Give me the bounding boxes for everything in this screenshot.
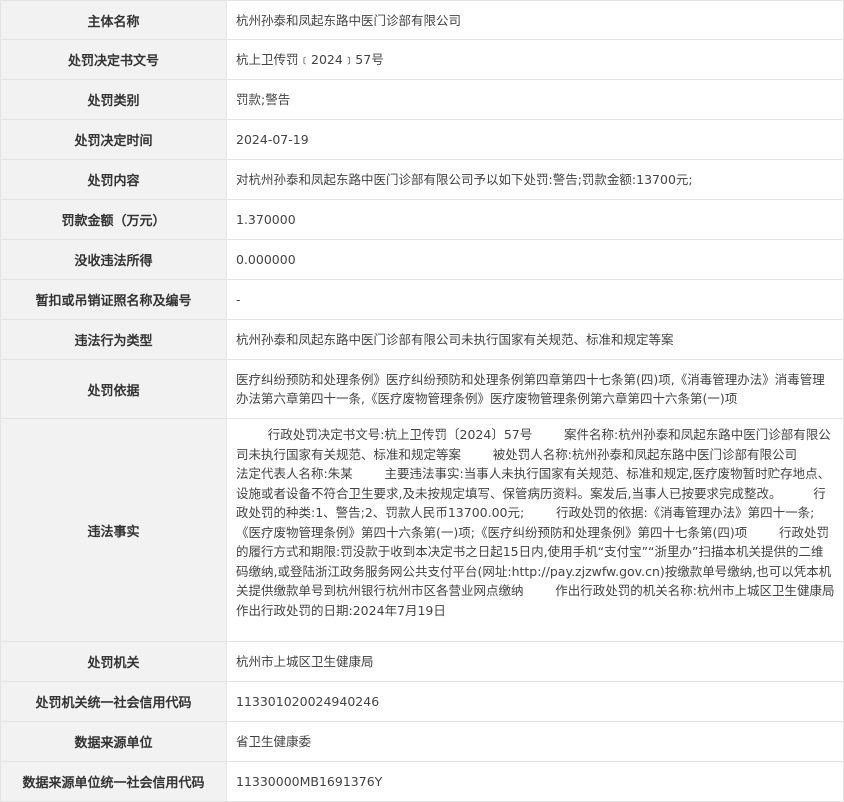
row-value: 0.000000 [226, 239, 844, 280]
row-value: - [226, 279, 844, 320]
row-label: 违法行为类型 [0, 319, 227, 360]
row-label: 处罚机关统一社会信用代码 [0, 681, 227, 722]
row-label: 主体名称 [0, 0, 227, 40]
row-label: 违法事实 [0, 418, 227, 642]
table-row: 处罚依据 医疗纠纷预防和处理条例》医疗纠纷预防和处理条例第四章第四十七条第(四)… [0, 359, 844, 419]
table-row: 违法行为类型 杭州孙泰和凤起东路中医门诊部有限公司未执行国家有关规范、标准和规定… [0, 319, 844, 360]
row-value: 1.370000 [226, 199, 844, 240]
row-value: 113301020024940246 [226, 681, 844, 722]
table-row: 处罚机关 杭州市上城区卫生健康局 [0, 641, 844, 682]
row-label: 处罚类别 [0, 79, 227, 120]
row-label: 罚款金额（万元） [0, 199, 227, 240]
table-row: 处罚类别 罚款;警告 [0, 79, 844, 120]
row-value: 杭上卫传罚﹝2024﹞57号 [226, 39, 844, 80]
row-label: 处罚内容 [0, 159, 227, 200]
table-row: 数据来源单位统一社会信用代码 11330000MB1691376Y [0, 761, 844, 802]
row-value: 杭州孙泰和凤起东路中医门诊部有限公司未执行国家有关规范、标准和规定等案 [226, 319, 844, 360]
row-value: 杭州孙泰和凤起东路中医门诊部有限公司 [226, 0, 844, 40]
row-label: 数据来源单位 [0, 721, 227, 762]
table-row: 处罚内容 对杭州孙泰和凤起东路中医门诊部有限公司予以如下处罚:警告;罚款金额:1… [0, 159, 844, 200]
table-row: 没收违法所得 0.000000 [0, 239, 844, 280]
row-value: 杭州市上城区卫生健康局 [226, 641, 844, 682]
table-row: 处罚机关统一社会信用代码 113301020024940246 [0, 681, 844, 722]
row-value: 罚款;警告 [226, 79, 844, 120]
row-label: 数据来源单位统一社会信用代码 [0, 761, 227, 802]
row-label: 暂扣或吊销证照名称及编号 [0, 279, 227, 320]
row-label: 处罚决定时间 [0, 119, 227, 160]
row-label: 处罚决定书文号 [0, 39, 227, 80]
table-row: 暂扣或吊销证照名称及编号 - [0, 279, 844, 320]
row-value: 2024-07-19 [226, 119, 844, 160]
row-label: 没收违法所得 [0, 239, 227, 280]
row-value: 11330000MB1691376Y [226, 761, 844, 802]
row-value: 省卫生健康委 [226, 721, 844, 762]
table-row: 罚款金额（万元） 1.370000 [0, 199, 844, 240]
penalty-info-table: 主体名称 杭州孙泰和凤起东路中医门诊部有限公司 处罚决定书文号 杭上卫传罚﹝20… [0, 0, 844, 802]
row-label: 处罚依据 [0, 359, 227, 419]
row-value: 行政处罚决定书文号:杭上卫传罚〔2024〕57号 案件名称:杭州孙泰和凤起东路中… [226, 418, 844, 642]
table-row: 数据来源单位 省卫生健康委 [0, 721, 844, 762]
table-row: 违法事实 行政处罚决定书文号:杭上卫传罚〔2024〕57号 案件名称:杭州孙泰和… [0, 418, 844, 642]
table-row: 处罚决定时间 2024-07-19 [0, 119, 844, 160]
row-label: 处罚机关 [0, 641, 227, 682]
row-value: 医疗纠纷预防和处理条例》医疗纠纷预防和处理条例第四章第四十七条第(四)项,《消毒… [226, 359, 844, 419]
table-row: 处罚决定书文号 杭上卫传罚﹝2024﹞57号 [0, 39, 844, 80]
row-value: 对杭州孙泰和凤起东路中医门诊部有限公司予以如下处罚:警告;罚款金额:13700元… [226, 159, 844, 200]
table-row: 主体名称 杭州孙泰和凤起东路中医门诊部有限公司 [0, 0, 844, 40]
